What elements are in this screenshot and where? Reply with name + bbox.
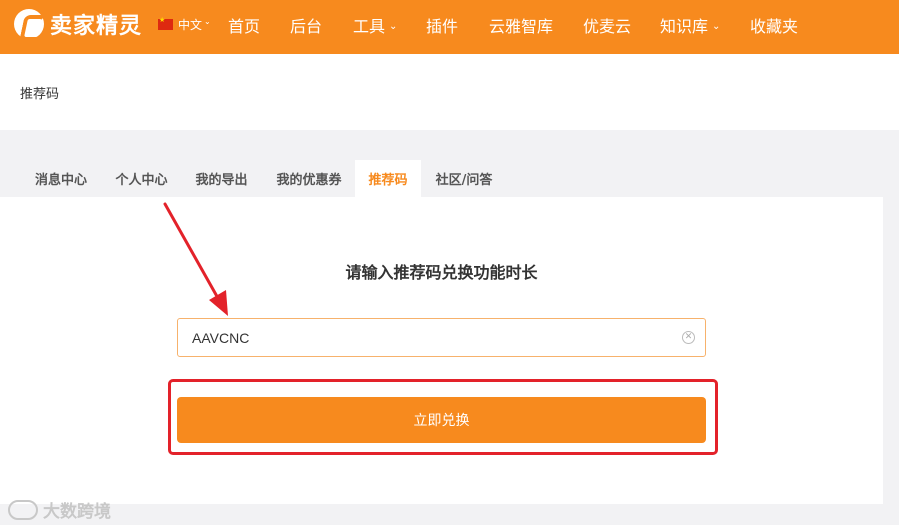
watermark-text: 大数跨境 <box>43 502 111 522</box>
watermark: 大数跨境 <box>8 497 111 522</box>
annotation-arrow <box>163 202 228 316</box>
watermark-logo-icon <box>8 499 38 520</box>
